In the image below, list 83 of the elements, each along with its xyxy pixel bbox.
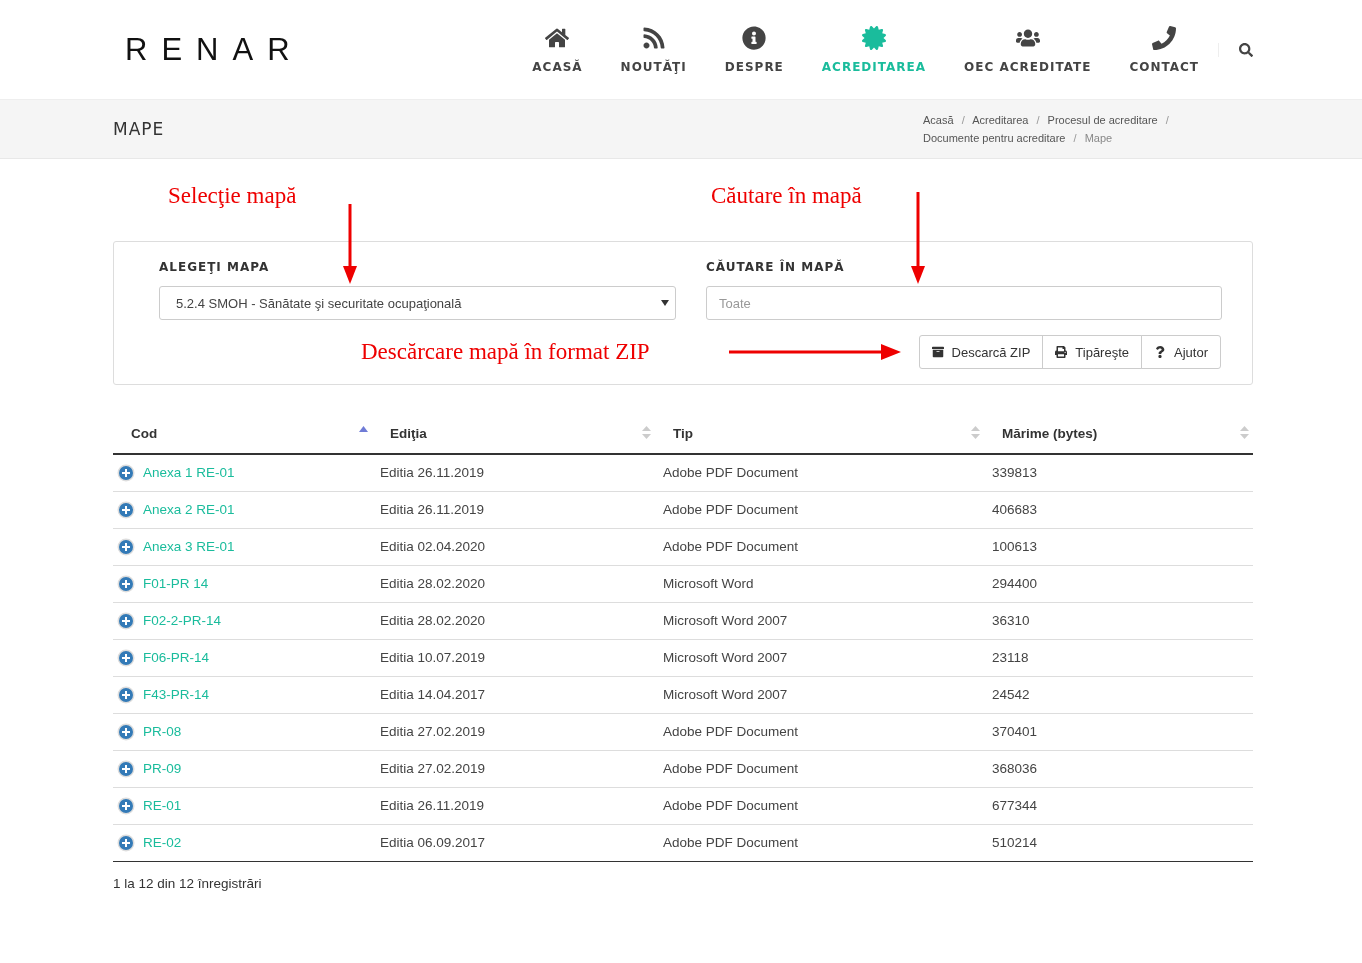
nav-item[interactable]: NOUTĂŢI: [601, 0, 706, 99]
table-cell: 510214: [984, 824, 1253, 861]
search-icon[interactable]: [1239, 42, 1253, 57]
rss-icon: [641, 25, 666, 50]
badge-icon: [861, 25, 886, 50]
table-cell: Editia 26.11.2019: [372, 454, 655, 491]
expand-icon[interactable]: [117, 759, 135, 778]
nav-item[interactable]: DESPRE: [705, 0, 803, 99]
info-icon: [742, 25, 767, 50]
table-cell: Editia 26.11.2019: [372, 787, 655, 824]
table-cell: 294400: [984, 565, 1253, 602]
table-cell: Editia 06.09.2017: [372, 824, 655, 861]
table-cell: 370401: [984, 713, 1253, 750]
nav-item[interactable]: CONTACT: [1110, 0, 1218, 99]
expand-icon[interactable]: [117, 796, 135, 815]
table-cell: 36310: [984, 602, 1253, 639]
column-header[interactable]: Ediţia: [372, 410, 655, 454]
nav-item[interactable]: ACASĂ: [513, 0, 602, 99]
table-cell: Editia 28.02.2020: [372, 565, 655, 602]
field-label: CĂUTARE ÎN MAPĂ: [706, 260, 846, 274]
table-cell: 24542: [984, 676, 1253, 713]
table-cell: Microsoft Word 2007: [655, 676, 984, 713]
breadcrumb-item[interactable]: Acreditarea: [972, 114, 1029, 126]
table-cell: 23118: [984, 639, 1253, 676]
table-cell: Adobe PDF Document: [655, 528, 984, 565]
nav-item[interactable]: OEC ACREDITATE: [945, 0, 1111, 99]
expand-icon[interactable]: [117, 648, 135, 667]
table-cell: Editia 26.11.2019: [372, 491, 655, 528]
table-cell: Adobe PDF Document: [655, 454, 984, 491]
table-cell: Adobe PDF Document: [655, 713, 984, 750]
toolbar-button[interactable]: Ajutor: [1141, 335, 1221, 369]
table-cell: Adobe PDF Document: [655, 787, 984, 824]
column-header[interactable]: Cod: [113, 410, 372, 454]
table-cell: Editia 27.02.2019: [372, 750, 655, 787]
page-title: MAPE: [113, 119, 166, 139]
expand-icon[interactable]: [117, 722, 135, 741]
table-cell: Editia 28.02.2020: [372, 602, 655, 639]
annotation-text: Căutare în mapă: [711, 183, 862, 209]
table-cell: Microsoft Word: [655, 565, 984, 602]
expand-icon[interactable]: [117, 537, 135, 556]
expand-icon[interactable]: [117, 833, 135, 852]
printer-icon: [1055, 346, 1068, 358]
dropdown-caret-icon: [661, 300, 669, 306]
table-cell: 339813: [984, 454, 1253, 491]
table-cell: 368036: [984, 750, 1253, 787]
table-cell: Adobe PDF Document: [655, 824, 984, 861]
expand-icon[interactable]: [117, 500, 135, 519]
table-cell: Adobe PDF Document: [655, 491, 984, 528]
folder-select[interactable]: 5.2.4 SMOH - Sănătate şi securitate ocupaţională: [159, 286, 676, 320]
breadcrumb-separator: /: [1165, 114, 1169, 126]
table-cell: Microsoft Word 2007: [655, 639, 984, 676]
logo[interactable]: RENAR: [125, 31, 514, 68]
table-cell: Editia 27.02.2019: [372, 713, 655, 750]
breadcrumb-separator: /: [1036, 114, 1040, 126]
table-cell: Editia 14.04.2017: [372, 676, 655, 713]
question-icon: [1154, 346, 1167, 358]
table-cell: Editia 02.04.2020: [372, 528, 655, 565]
expand-icon[interactable]: [117, 463, 135, 482]
column-header[interactable]: Mărime (bytes): [984, 410, 1253, 454]
archive-icon: [931, 346, 944, 358]
toolbar-button[interactable]: Descarcă ZIP: [918, 335, 1044, 369]
table-cell: 100613: [984, 528, 1253, 565]
table-cell: 677344: [984, 787, 1253, 824]
expand-icon[interactable]: [117, 611, 135, 630]
annotation-text: Descărcare mapă în format ZIP: [361, 339, 650, 365]
annotation-text: Selecţie mapă: [168, 183, 297, 209]
expand-icon[interactable]: [117, 574, 135, 593]
breadcrumb-separator: /: [961, 114, 965, 126]
record-count: 1 la 12 din 12 înregistrări: [113, 875, 262, 891]
table-cell: Microsoft Word 2007: [655, 602, 984, 639]
breadcrumb-separator: /: [1073, 132, 1077, 144]
field-label: ALEGEŢI MAPA: [159, 260, 271, 274]
breadcrumb-item[interactable]: Procesul de acreditare: [1047, 114, 1158, 126]
phone-icon: [1152, 25, 1177, 50]
breadcrumb-item[interactable]: Acasă: [923, 114, 954, 126]
table-cell: Adobe PDF Document: [655, 750, 984, 787]
table-cell: 406683: [984, 491, 1253, 528]
expand-icon[interactable]: [117, 685, 135, 704]
toolbar-button[interactable]: Tipăreşte: [1042, 335, 1143, 369]
breadcrumb-item[interactable]: Documente pentru acreditare: [923, 132, 1066, 144]
column-header[interactable]: Tip: [655, 410, 984, 454]
table-cell: Editia 10.07.2019: [372, 639, 655, 676]
search-field[interactable]: Toate: [706, 286, 1222, 320]
